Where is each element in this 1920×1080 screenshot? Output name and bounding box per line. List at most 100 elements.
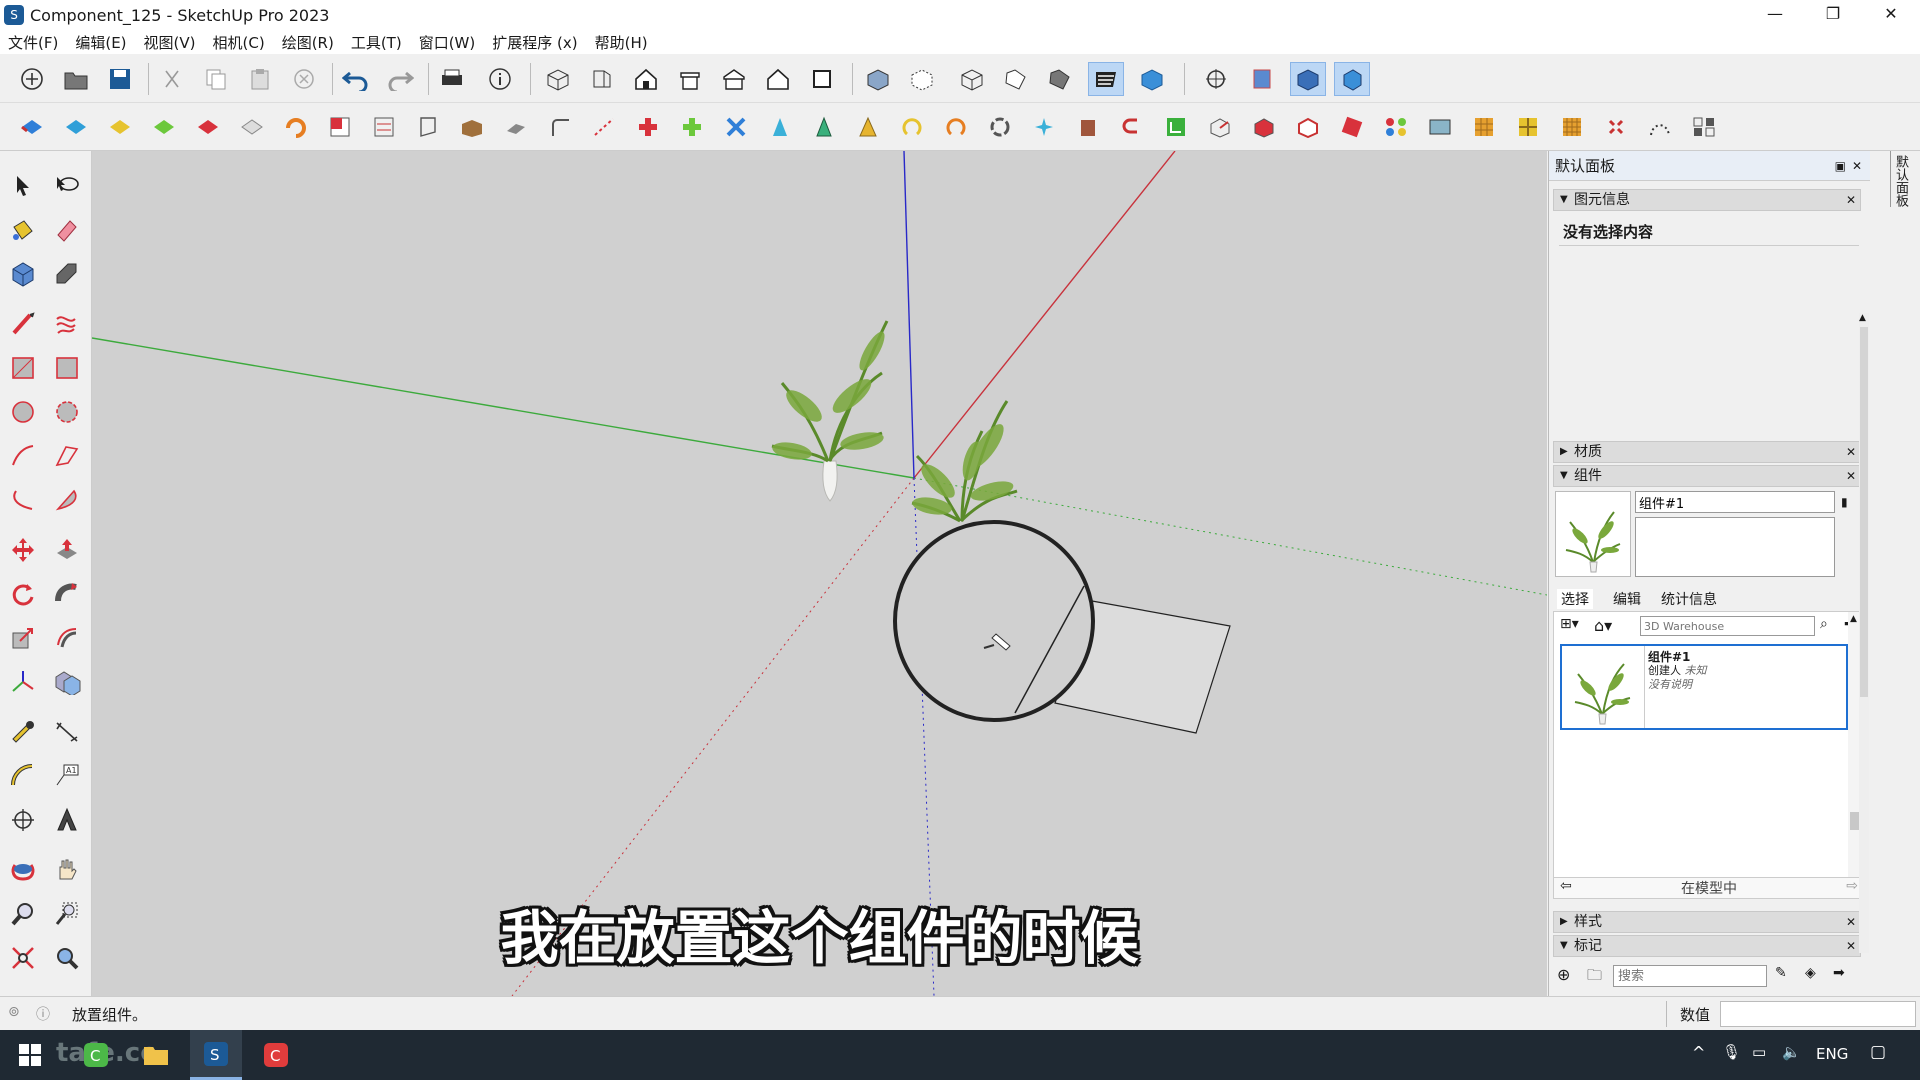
pie-icon[interactable]	[48, 481, 86, 519]
side-tab-label[interactable]: 默认面板	[1890, 151, 1908, 207]
ext-tool-1-icon[interactable]	[14, 110, 50, 144]
details-icon[interactable]: ➡	[1833, 965, 1845, 981]
offset-icon[interactable]	[48, 619, 86, 657]
rotated-rectangle-icon[interactable]	[48, 349, 86, 387]
ext-tool-25-icon[interactable]	[1070, 110, 1106, 144]
ext-tool-26-icon[interactable]	[1114, 110, 1150, 144]
previous-view-icon[interactable]	[48, 939, 86, 977]
components-header[interactable]: ▼ 组件 ✕	[1553, 465, 1861, 487]
ext-tool-23-icon[interactable]	[982, 110, 1018, 144]
tab-select[interactable]: 选择	[1557, 589, 1593, 609]
protractor-icon[interactable]	[4, 757, 42, 795]
tags-header[interactable]: ▼ 标记 ✕	[1553, 935, 1861, 957]
ext-tool-7-icon[interactable]	[278, 110, 314, 144]
notification-icon[interactable]: ▢	[1870, 1042, 1886, 1062]
menu-window[interactable]: 窗口(W)	[419, 32, 476, 53]
zoom-window-icon[interactable]	[48, 895, 86, 933]
polygon-icon[interactable]	[48, 393, 86, 431]
ext-tool-19-icon[interactable]	[806, 110, 842, 144]
camtasia-red-icon[interactable]: C	[250, 1030, 302, 1080]
model-info-icon[interactable]	[482, 62, 518, 96]
tray-scrollbar[interactable]: ▲	[1859, 313, 1869, 953]
save-icon[interactable]	[102, 62, 138, 96]
zoom-icon[interactable]	[4, 895, 42, 933]
back-view-icon[interactable]	[716, 62, 752, 96]
ext-tool-8-icon[interactable]	[322, 110, 358, 144]
sketchup-taskbar-icon[interactable]: S	[190, 1030, 242, 1080]
materials-header[interactable]: ▶ 材质 ✕	[1553, 441, 1861, 463]
select-icon[interactable]	[4, 167, 42, 205]
ext-tool-29-icon[interactable]	[1246, 110, 1282, 144]
menu-camera[interactable]: 相机(C)	[213, 32, 265, 53]
display-section-cuts-icon[interactable]	[1334, 62, 1370, 96]
geo-location-icon[interactable]: ⊚	[8, 1004, 20, 1020]
tray-side-tab[interactable]: 默认面板	[1870, 151, 1920, 996]
minimize-button[interactable]: —	[1746, 0, 1804, 30]
dimension-icon[interactable]	[48, 713, 86, 751]
warehouse-search-input[interactable]	[1640, 616, 1815, 636]
tab-edit[interactable]: 编辑	[1613, 589, 1641, 609]
forward-arrow-icon[interactable]: ⇨	[1846, 878, 1858, 894]
close-icon[interactable]: ✕	[1846, 936, 1856, 956]
language-indicator[interactable]: ENG	[1816, 1045, 1848, 1063]
axes-tool-icon[interactable]	[4, 801, 42, 839]
ext-tool-39-icon[interactable]	[1686, 110, 1722, 144]
rectangle-icon[interactable]	[4, 349, 42, 387]
ext-tool-6-icon[interactable]	[234, 110, 270, 144]
close-button[interactable]: ✕	[1862, 0, 1920, 30]
hidden-line-icon[interactable]	[998, 62, 1034, 96]
ext-tool-35-icon[interactable]	[1510, 110, 1546, 144]
plant-component-placed[interactable]	[771, 320, 889, 502]
open-folder-icon[interactable]	[58, 62, 94, 96]
shaded-icon[interactable]	[1042, 62, 1078, 96]
view-options-icon[interactable]: ⊞▾	[1560, 616, 1586, 636]
entity-info-header[interactable]: ▼ 图元信息 ✕	[1553, 189, 1861, 211]
ext-tool-27-icon[interactable]	[1158, 110, 1194, 144]
push-pull-icon[interactable]	[48, 531, 86, 569]
ext-tool-32-icon[interactable]	[1378, 110, 1414, 144]
tape-measure-icon[interactable]	[4, 713, 42, 751]
two-point-arc-icon[interactable]	[48, 437, 86, 475]
ext-tool-20-icon[interactable]	[850, 110, 886, 144]
ext-tool-9-icon[interactable]	[366, 110, 402, 144]
section-plane-icon[interactable]	[1244, 62, 1280, 96]
add-tag-icon[interactable]: ⊕	[1557, 965, 1570, 984]
top-view-icon[interactable]	[584, 62, 620, 96]
menu-extensions[interactable]: 扩展程序 (x)	[492, 32, 577, 53]
edit-tag-icon[interactable]: ✎	[1775, 965, 1787, 981]
close-icon[interactable]: ✕	[1846, 190, 1856, 210]
circle-icon[interactable]	[4, 393, 42, 431]
start-icon[interactable]	[4, 1030, 56, 1080]
pan-icon[interactable]	[48, 851, 86, 889]
ext-tool-28-icon[interactable]	[1202, 110, 1238, 144]
freehand-icon[interactable]	[48, 305, 86, 343]
ext-tool-11-icon[interactable]	[454, 110, 490, 144]
microphone-icon[interactable]: 🎙	[1722, 1043, 1741, 1061]
ext-tool-37-icon[interactable]	[1598, 110, 1634, 144]
solid-tools-icon[interactable]	[48, 663, 86, 701]
tray-close-icon[interactable]: ✕	[1852, 151, 1862, 181]
redo-icon[interactable]	[382, 62, 418, 96]
three-point-arc-icon[interactable]	[4, 481, 42, 519]
camtasia-green-icon[interactable]: C	[70, 1030, 122, 1080]
tag-search-input[interactable]	[1613, 965, 1767, 987]
text-icon[interactable]: A1	[48, 757, 86, 795]
close-icon[interactable]: ✕	[1846, 466, 1856, 486]
home-icon[interactable]: ⌂▾	[1594, 616, 1612, 635]
line-icon[interactable]	[4, 305, 42, 343]
cut-icon[interactable]	[154, 62, 190, 96]
ext-tool-10-icon[interactable]	[410, 110, 446, 144]
close-icon[interactable]: ✕	[1846, 912, 1856, 932]
ext-tool-30-icon[interactable]	[1290, 110, 1326, 144]
maximize-button[interactable]: ❐	[1804, 0, 1862, 30]
ext-tool-18-icon[interactable]	[762, 110, 798, 144]
copy-icon[interactable]	[198, 62, 234, 96]
styles-header[interactable]: ▶ 样式 ✕	[1553, 911, 1861, 933]
shaded-textures-icon[interactable]	[1088, 62, 1124, 96]
erase-icon[interactable]	[286, 62, 322, 96]
close-icon[interactable]: ✕	[1846, 442, 1856, 462]
ext-tool-15-icon[interactable]	[630, 110, 666, 144]
back-edges-icon[interactable]	[904, 62, 940, 96]
menu-view[interactable]: 视图(V)	[144, 32, 196, 53]
color-by-tag-icon[interactable]: ◈	[1805, 965, 1816, 981]
